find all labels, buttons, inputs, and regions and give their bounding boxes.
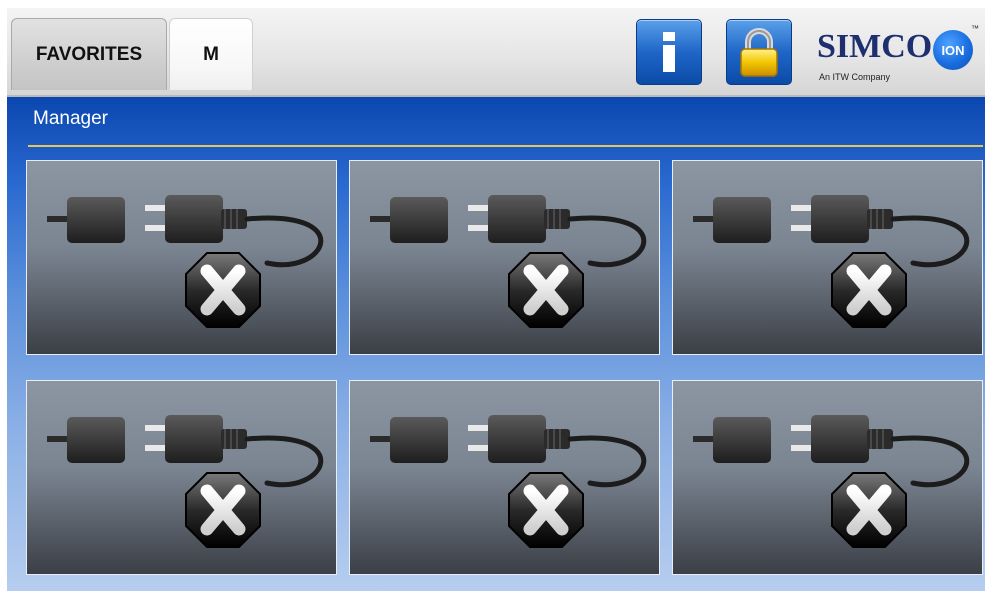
disconnected-plug-icon bbox=[370, 415, 647, 548]
device-tile[interactable] bbox=[672, 160, 983, 355]
disconnected-plug-icon bbox=[47, 415, 324, 548]
lock-button[interactable] bbox=[726, 19, 792, 85]
simco-ion-logo: SIMCO ION ™ An ITW Company bbox=[813, 20, 979, 86]
disconnected-plug-icon bbox=[47, 195, 324, 328]
disconnected-plug-icon bbox=[370, 195, 647, 328]
device-tile[interactable] bbox=[26, 160, 337, 355]
padlock-icon bbox=[740, 28, 778, 77]
top-bar: FAVORITES M SIMCO ION ™ An ITW Company bbox=[7, 8, 985, 97]
logo-ion-badge: ION bbox=[933, 30, 973, 70]
logo-brand: SIMCO bbox=[817, 28, 933, 65]
manager-screen: FAVORITES M SIMCO ION ™ An ITW Company M… bbox=[7, 8, 985, 591]
tab-favorites[interactable]: FAVORITES bbox=[11, 18, 167, 90]
manager-panel: Manager bbox=[7, 97, 985, 591]
device-tile[interactable] bbox=[349, 380, 660, 575]
device-tile[interactable] bbox=[349, 160, 660, 355]
info-icon bbox=[663, 32, 675, 72]
title-divider bbox=[28, 145, 983, 147]
device-tile[interactable] bbox=[26, 380, 337, 575]
disconnected-plug-icon bbox=[693, 415, 970, 548]
logo-trademark: ™ bbox=[971, 24, 979, 33]
disconnected-plug-icon bbox=[693, 195, 970, 328]
page-title: Manager bbox=[33, 108, 108, 129]
tab-m[interactable]: M bbox=[169, 18, 253, 90]
logo-tagline: An ITW Company bbox=[819, 72, 891, 82]
info-button[interactable] bbox=[636, 19, 702, 85]
device-tile[interactable] bbox=[672, 380, 983, 575]
